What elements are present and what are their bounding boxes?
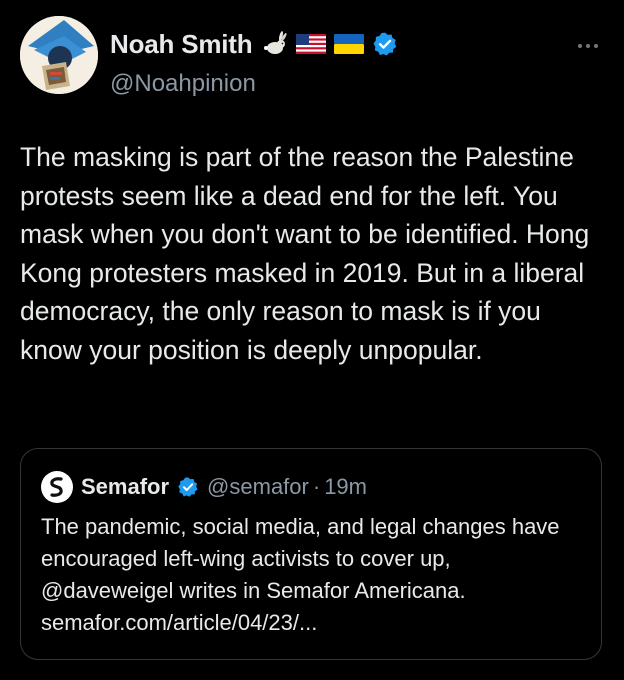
noahpinion-avatar-icon xyxy=(20,16,98,94)
more-horizontal-icon xyxy=(578,44,582,48)
quote-body: The pandemic, social media, and legal ch… xyxy=(41,511,589,639)
quote-separator: · xyxy=(312,474,321,499)
author-avatar[interactable] xyxy=(20,16,98,94)
author-handle[interactable]: @Noahpinion xyxy=(110,70,256,98)
tweet-header: Noah Smith @Noahpinion xyxy=(20,16,606,100)
quoted-tweet-card[interactable]: Semafor @semafor · 19m The pandemic, soc… xyxy=(20,448,602,660)
tweet-text: The masking is part of the reason the Pa… xyxy=(20,142,590,365)
author-name-row: Noah Smith xyxy=(110,27,398,61)
us-flag-icon xyxy=(296,34,327,54)
quote-header: Semafor @semafor · 19m xyxy=(41,469,367,505)
rabbit-emoji-icon xyxy=(260,31,288,57)
quote-link[interactable]: semafor.com/article/04/23/... xyxy=(41,607,589,639)
quote-meta: @semafor · 19m xyxy=(207,474,367,500)
verified-badge-icon xyxy=(372,31,398,57)
more-horizontal-icon xyxy=(594,44,598,48)
author-display-name[interactable]: Noah Smith xyxy=(110,29,253,60)
semafor-logo-icon xyxy=(50,477,63,497)
quote-handle: @semafor xyxy=(207,474,309,499)
quote-text: The pandemic, social media, and legal ch… xyxy=(41,514,560,603)
more-horizontal-icon xyxy=(586,44,590,48)
ukraine-flag-icon xyxy=(334,34,365,54)
more-options-button[interactable] xyxy=(570,36,606,56)
semafor-avatar xyxy=(41,471,73,503)
quote-display-name: Semafor xyxy=(81,474,170,499)
verified-badge-icon xyxy=(177,476,199,498)
quote-timestamp: 19m xyxy=(324,474,367,499)
